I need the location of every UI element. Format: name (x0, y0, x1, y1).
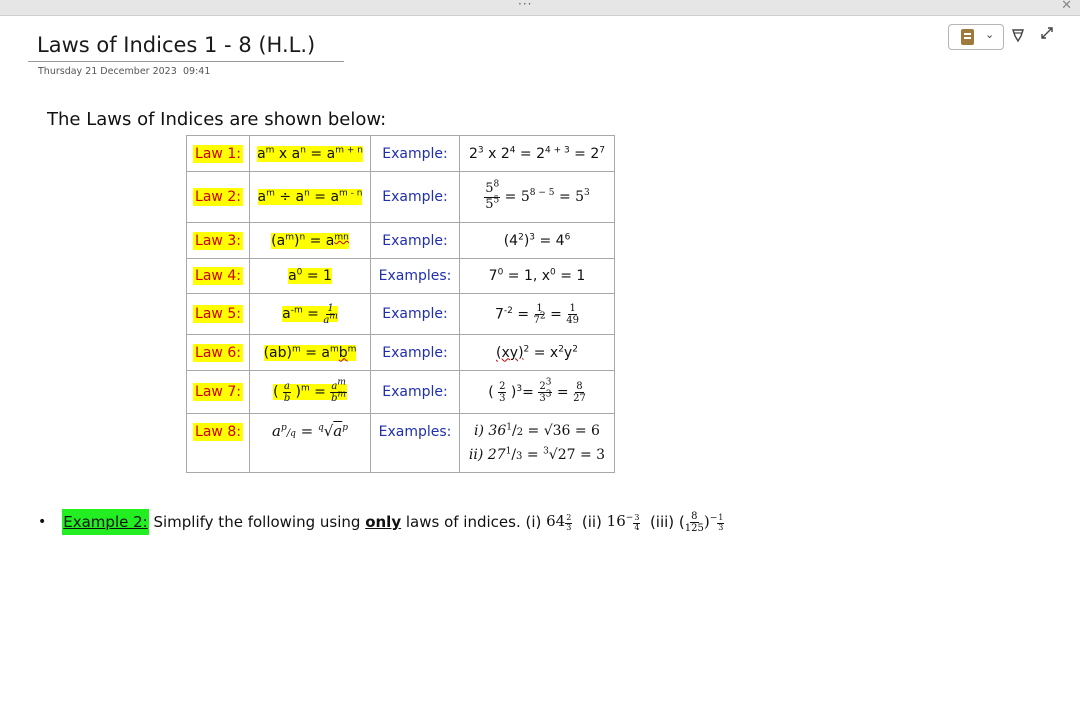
close-icon[interactable]: ✕ (1061, 0, 1072, 13)
page-title[interactable]: Laws of Indices 1 - 8 (H.L.) (37, 33, 315, 57)
example-2-line[interactable]: • Example 2: Simplify the following usin… (38, 506, 725, 538)
chevron-down-icon: ⌄ (985, 28, 995, 41)
law-example: 23 x 24 = 24 + 3 = 27 (459, 135, 615, 172)
law-example: ( 23 )3= 23 33 = 8 27 (459, 370, 615, 414)
only-emphasis: only (365, 513, 402, 531)
law-formula: (am)n = amn (271, 231, 349, 249)
question-1: 64 2 3 (546, 511, 573, 532)
example-2-label: Example 2: (62, 509, 149, 535)
law-formula: ap/q = q√ap (271, 422, 348, 440)
page-date: Thursday 21 December 2023 (38, 66, 177, 77)
question-2-label: (ii) (572, 513, 607, 531)
laws-table: Law 1: am x an = am + n Example: 23 x 24… (186, 135, 615, 473)
examples-label: Examples: (378, 424, 452, 440)
example-label: Example: (382, 145, 448, 162)
pen-icon[interactable] (1011, 27, 1025, 47)
table-row: Law 6: (ab)m = ambm Example: (xy)2 = x2y… (186, 334, 615, 371)
example-label: Example: (382, 384, 448, 400)
table-row: Law 2: am ÷ an = am - n Example: 58 55 = … (186, 171, 615, 223)
notebook-icon (961, 29, 974, 45)
law-label: Law 6: (193, 343, 243, 362)
table-row: Law 5: a-m = 1 am Example: 7-2 = 1 72 = 14… (186, 293, 615, 335)
law-label: Law 2: (193, 188, 243, 206)
example-2-text: Simplify the following using (148, 513, 366, 531)
window-top-bar: ··· ✕ (0, 0, 1080, 16)
table-row: Law 7: ( ab )m = am bm Example: ( 23 )3= … (186, 370, 615, 414)
expand-icon[interactable] (1040, 26, 1054, 44)
table-row: Law 4: a0 = 1 Examples: 70 = 1, x0 = 1 (186, 258, 615, 294)
law-example: (42)3 = 46 (459, 222, 615, 259)
question-3: 8 125)− 1 3 (684, 510, 725, 534)
law-formula: am ÷ an = am - n (257, 188, 363, 205)
law-example: 70 = 1, x0 = 1 (459, 258, 615, 294)
law-example: (xy)2 = x2y2 (459, 334, 615, 371)
law-label: Law 7: (193, 383, 243, 401)
question-2: 16− 3 4 (606, 511, 641, 532)
law-example: 7-2 = 1 72 = 1 49 (459, 293, 615, 335)
example-label: Example: (382, 232, 448, 249)
window-menu-dots[interactable]: ··· (518, 0, 532, 11)
notebook-switcher-button[interactable]: ⌄ (948, 24, 1004, 50)
law-example: 58 55 = 58 − 5 = 53 (459, 171, 615, 223)
example-label: Example: (382, 344, 448, 361)
law-example: i) 361/2 = √36 = 6 ii) 271/3 = 3√27 = 3 (459, 413, 615, 473)
title-underline (28, 61, 344, 62)
law-label: Law 8: (193, 423, 243, 441)
law-formula: am x an = am + n (257, 144, 363, 162)
table-row: Law 3: (am)n = amn Example: (42)3 = 46 (186, 222, 615, 259)
table-row: Law 1: am x an = am + n Example: 23 x 24… (186, 135, 615, 172)
example-label: Example: (382, 306, 448, 322)
bullet: • (38, 514, 47, 530)
page-time: 09:41 (183, 66, 211, 77)
law-formula: (ab)m = ambm (263, 343, 357, 361)
example-label: Example: (382, 189, 448, 205)
examples-label: Examples: (378, 268, 452, 284)
law-label: Law 5: (193, 305, 243, 323)
law-label: Law 4: (193, 267, 243, 285)
law-formula: a0 = 1 (288, 267, 332, 284)
question-3-label: (iii) ( (640, 513, 685, 531)
law-label: Law 1: (193, 144, 243, 163)
example-2-text-2: laws of indices. (i) (401, 513, 547, 531)
law-formula: a-m = 1 am (282, 302, 338, 326)
table-row: Law 8: ap/q = q√ap Examples: i) 361/2 = … (186, 413, 615, 473)
law-label: Law 3: (193, 231, 243, 250)
law-formula: ( ab )m = am bm (273, 377, 347, 404)
section-heading: The Laws of Indices are shown below: (47, 109, 387, 130)
